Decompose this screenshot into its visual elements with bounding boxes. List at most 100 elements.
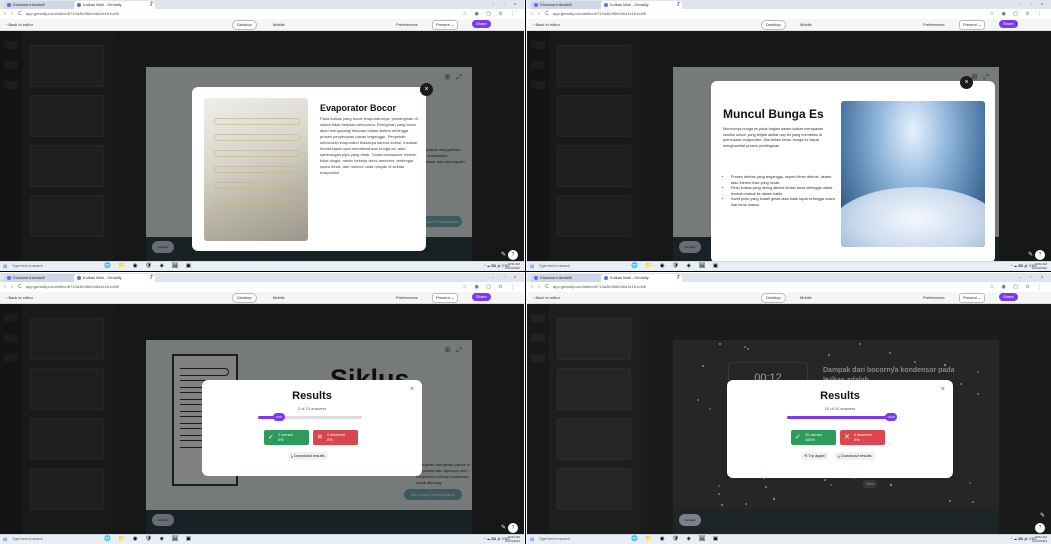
genially-toolbar: ‹ Back to editor Desktop Mobile Preferen… [0, 292, 524, 304]
taskbar-app-icons[interactable]: 🌐 📁 ◉ 🛡 ◈ 🖼 ▣ [104, 536, 194, 542]
browser-tab-active[interactable]: Kulkas Mati - Genially x [601, 274, 682, 282]
pencil-icon[interactable]: ✎ [1040, 512, 1045, 519]
windows-start-icon[interactable]: ⊞ [530, 264, 534, 270]
new-tab-button[interactable]: + [150, 274, 154, 281]
nav-buttons[interactable]: ‹ › C [4, 284, 24, 290]
new-tab-button[interactable]: + [150, 1, 154, 8]
new-tab-button[interactable]: + [677, 274, 681, 281]
check-icon: ✓ [795, 434, 801, 441]
nav-buttons[interactable]: ‹ › C [531, 284, 551, 290]
back-to-editor-link[interactable]: ‹ Back to editor [6, 22, 33, 27]
favicon-icon [604, 276, 608, 280]
desktop-toggle[interactable]: Desktop [232, 20, 257, 30]
desktop-toggle[interactable]: Desktop [232, 293, 257, 303]
mobile-toggle[interactable]: Mobile [795, 20, 817, 30]
url-field[interactable]: app.genially.com/editor/6710a3b2f6b0d6a1… [553, 284, 713, 290]
browser-tab[interactable]: Diorama Interaktifx [4, 1, 81, 9]
share-button[interactable]: Share [472, 293, 491, 301]
info-popup: Muncul Bunga Es Munculnya bunga es pada … [711, 81, 995, 263]
taskbar-search[interactable]: Type here to search [539, 537, 593, 542]
download-label: Download results [293, 453, 325, 458]
close-icon[interactable]: × [960, 76, 973, 89]
close-icon[interactable]: × [420, 83, 433, 96]
results-dialog: × Results 10 of 10 answers 10/10 ✓ 10 cor… [727, 380, 953, 478]
browser-tab-active[interactable]: Kulkas Mati - Genially x [601, 1, 682, 9]
tab-label: Kulkas Mati - Genially [83, 275, 122, 280]
back-to-editor-link[interactable]: ‹ Back to editor [6, 295, 33, 300]
new-tab-button[interactable]: + [677, 1, 681, 8]
favicon-icon [604, 3, 608, 7]
present-button[interactable]: Present ⌄ [959, 20, 986, 30]
desktop-toggle[interactable]: Desktop [761, 20, 786, 30]
window-controls[interactable]: – ▫ x [1019, 1, 1047, 6]
taskbar-search[interactable]: Type here to search [539, 264, 593, 269]
pencil-icon[interactable]: ✎ [1028, 251, 1033, 258]
clock-date: 10/14/2024 [504, 265, 520, 270]
pencil-icon[interactable]: ✎ [501, 251, 506, 258]
extension-icons[interactable]: ☆ ◉ ▢ ⊙ ⋮ [990, 284, 1045, 290]
desktop-toggle[interactable]: Desktop [761, 293, 786, 303]
windows-taskbar: ⊞ Type here to search 🌐 📁 ◉ 🛡 ◈ 🖼 ▣ ^ ☁ … [527, 261, 1051, 271]
present-button[interactable]: Present ⌄ [432, 293, 459, 303]
back-to-editor-link[interactable]: ‹ Back to editor [533, 22, 560, 27]
taskbar-app-icons[interactable]: 🌐 📁 ◉ 🛡 ◈ 🖼 ▣ [631, 263, 721, 269]
genially-toolbar: ‹ Back to editor Desktop Mobile Preferen… [0, 19, 524, 31]
browser-tab-bar: Diorama Interaktifx Kulkas Mati - Genial… [0, 273, 524, 282]
favicon-icon [7, 276, 11, 280]
favicon-icon [534, 276, 538, 280]
taskbar-app-icons[interactable]: 🌐 📁 ◉ 🛡 ◈ 🖼 ▣ [631, 536, 721, 542]
favicon-icon [77, 276, 81, 280]
share-button[interactable]: Share [472, 20, 491, 28]
clock-date: 10/14/2024 [1031, 538, 1047, 543]
correct-badge: ✓ 10 correct 100% [791, 430, 836, 445]
extension-icons[interactable]: ☆ ◉ ▢ ⊙ ⋮ [463, 11, 518, 17]
taskbar-app-icons[interactable]: 🌐 📁 ◉ 🛡 ◈ 🖼 ▣ [104, 263, 194, 269]
download-results-button[interactable]: ⤓ Download results [288, 452, 328, 460]
taskbar-search[interactable]: Type here to search [12, 537, 66, 542]
help-icon[interactable]: ? [508, 523, 518, 533]
url-field[interactable]: app.genially.com/editor/6710a3b2f6b0d6a1… [553, 11, 713, 17]
mobile-toggle[interactable]: Mobile [268, 293, 290, 303]
screenshot-panel-2: Diorama Interaktifx Kulkas Mati - Genial… [527, 0, 1051, 271]
incorrect-count: 0 incorrect 0% [854, 433, 872, 442]
windows-start-icon[interactable]: ⊞ [3, 264, 7, 270]
preferences-button[interactable]: Preferences [396, 22, 418, 27]
mobile-toggle[interactable]: Mobile [268, 20, 290, 30]
window-controls[interactable]: – ▫ x [1019, 274, 1047, 279]
share-button[interactable]: Share [999, 293, 1018, 301]
help-icon[interactable]: ? [1035, 250, 1045, 260]
help-icon[interactable]: ? [1035, 523, 1045, 533]
taskbar-search[interactable]: Type here to search [12, 264, 66, 269]
browser-tab[interactable]: Diorama Interaktifx [531, 274, 608, 282]
preferences-button[interactable]: Preferences [923, 295, 945, 300]
help-icon[interactable]: ? [508, 250, 518, 260]
nav-buttons[interactable]: ‹ › C [4, 11, 24, 17]
nav-buttons[interactable]: ‹ › C [531, 11, 551, 17]
present-button[interactable]: Present ⌄ [432, 20, 459, 30]
window-controls[interactable]: – ▫ x [492, 274, 520, 279]
window-controls[interactable]: – ▫ x [492, 1, 520, 6]
windows-start-icon[interactable]: ⊞ [530, 537, 534, 543]
browser-tab-active[interactable]: Kulkas Mati - Genially x [74, 274, 155, 282]
browser-tab[interactable]: Diorama Interaktifx [531, 1, 608, 9]
mobile-toggle[interactable]: Mobile [795, 293, 817, 303]
extension-icons[interactable]: ☆ ◉ ▢ ⊙ ⋮ [463, 284, 518, 290]
preferences-button[interactable]: Preferences [396, 295, 418, 300]
extension-icons[interactable]: ☆ ◉ ▢ ⊙ ⋮ [990, 11, 1045, 17]
back-to-editor-link[interactable]: ‹ Back to editor [533, 295, 560, 300]
url-field[interactable]: app.genially.com/editor/6710a3b2f6b0d6a1… [26, 11, 186, 17]
preferences-button[interactable]: Preferences [923, 22, 945, 27]
popup-body: Pada kulkas yang bocor evaporatornya, pe… [320, 116, 418, 175]
share-button[interactable]: Share [999, 20, 1018, 28]
download-results-button[interactable]: ⤓ Download results [835, 452, 875, 460]
tab-label: Diorama Interaktif [540, 2, 572, 7]
windows-start-icon[interactable]: ⊞ [3, 537, 7, 543]
browser-tab-active[interactable]: Kulkas Mati - Genially x [74, 1, 155, 9]
editor-workspace: 00:12 Dampak dari bocornya kondensor pad… [527, 304, 1051, 536]
try-again-button[interactable]: ⟲ Try again [801, 452, 828, 460]
url-field[interactable]: app.genially.com/editor/6710a3b2f6b0d6a1… [26, 284, 186, 290]
present-button[interactable]: Present ⌄ [959, 293, 986, 303]
taskbar-clock: 10:52 AM 10/14/2024 [498, 535, 520, 543]
browser-tab[interactable]: Diorama Interaktifx [4, 274, 81, 282]
pencil-icon[interactable]: ✎ [501, 524, 506, 531]
